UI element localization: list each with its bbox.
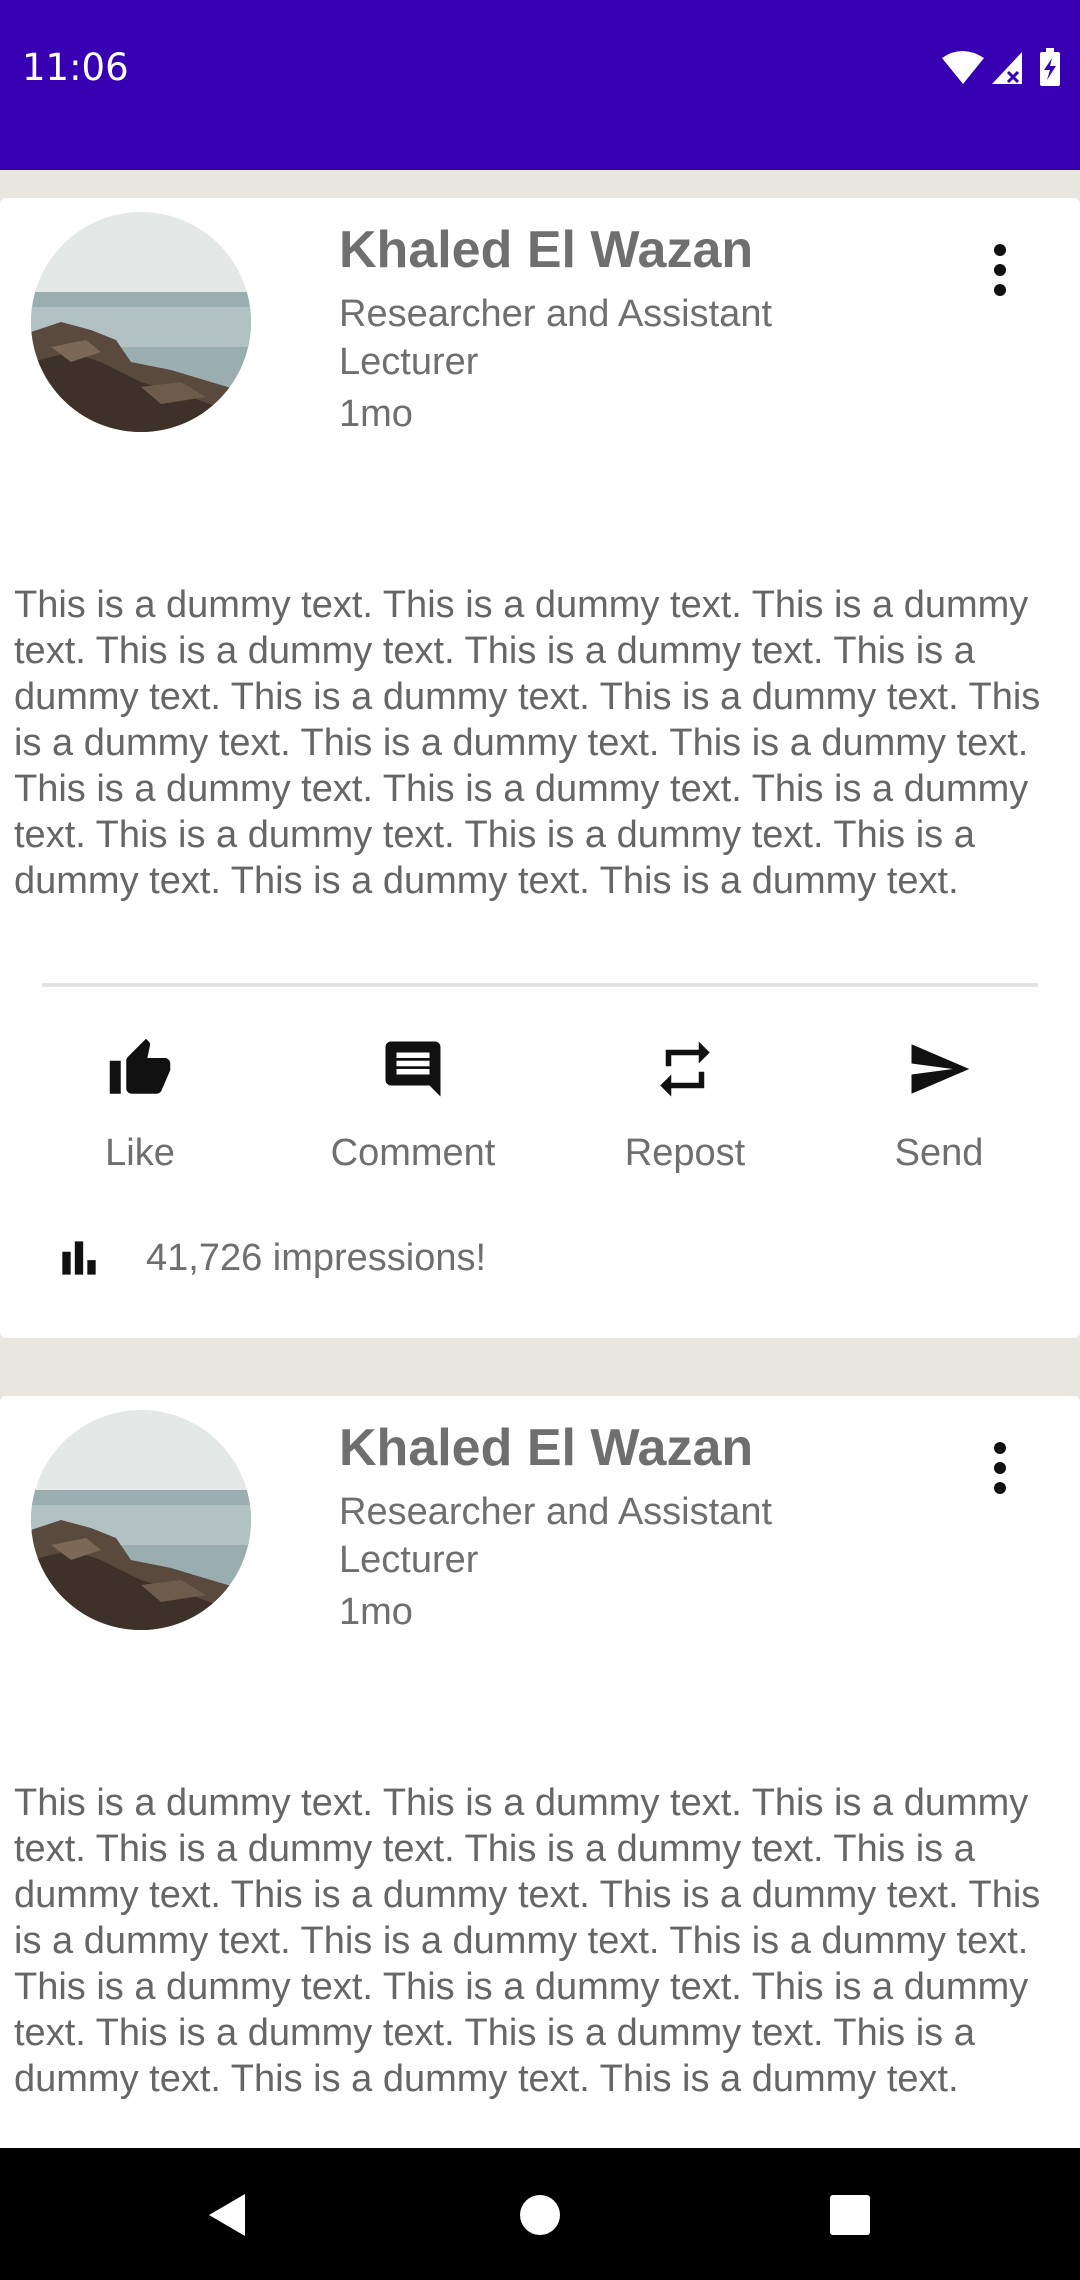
home-button[interactable] (505, 2180, 575, 2250)
wifi-icon (942, 51, 984, 84)
recents-button[interactable] (815, 2180, 885, 2250)
author-headline: Researcher and Assistant Lecturer (339, 293, 773, 383)
author-headline: Researcher and Assistant Lecturer (339, 1491, 773, 1581)
more-vert-icon (994, 1442, 1006, 1494)
send-icon (911, 1044, 970, 1094)
author-name[interactable]: Khaled El Wazan (339, 220, 753, 280)
impressions-count: 41,726 impressions! (146, 1236, 487, 1279)
repost-icon (660, 1041, 710, 1097)
more-vert-icon (994, 244, 1006, 296)
feed[interactable]: Khaled El Wazan Researcher and Assistant… (0, 170, 1080, 2148)
comment-icon (385, 1041, 441, 1097)
status-bar: 11:06 (0, 0, 1080, 170)
more-options-button[interactable] (972, 1440, 1028, 1500)
repost-button[interactable]: Repost (575, 1036, 795, 1186)
avatar[interactable] (31, 1410, 251, 1630)
post-card: Khaled El Wazan Researcher and Assistant… (0, 1396, 1080, 2148)
like-label: Like (105, 1132, 175, 1174)
thumbs-up-icon (109, 1038, 171, 1094)
post-body: This is a dummy text. This is a dummy te… (14, 1782, 1041, 2100)
back-icon (209, 2194, 245, 2236)
status-time: 11:06 (22, 46, 129, 89)
author-name[interactable]: Khaled El Wazan (339, 1418, 753, 1478)
send-button[interactable]: Send (829, 1036, 1049, 1186)
divider (42, 983, 1038, 987)
status-icons (940, 48, 1062, 88)
post-body: This is a dummy text. This is a dummy te… (14, 584, 1041, 902)
post-card: Khaled El Wazan Researcher and Assistant… (0, 198, 1080, 1338)
comment-label: Comment (330, 1132, 496, 1174)
send-label: Send (894, 1132, 984, 1174)
recents-icon (830, 2195, 870, 2235)
post-time: 1mo (339, 1591, 413, 1633)
battery-charging-icon (1040, 48, 1060, 86)
more-options-button[interactable] (972, 242, 1028, 302)
comment-button[interactable]: Comment (303, 1036, 523, 1186)
back-button[interactable] (191, 2180, 261, 2250)
navigation-bar (0, 2148, 1080, 2280)
post-time: 1mo (339, 393, 413, 435)
home-icon (520, 2195, 560, 2235)
signal-icon (992, 52, 1022, 84)
bar-chart-icon (62, 1241, 96, 1275)
avatar[interactable] (31, 212, 251, 432)
like-button[interactable]: Like (30, 1036, 250, 1186)
impressions-row[interactable]: 41,726 impressions! (54, 1228, 486, 1288)
repost-label: Repost (624, 1132, 746, 1174)
